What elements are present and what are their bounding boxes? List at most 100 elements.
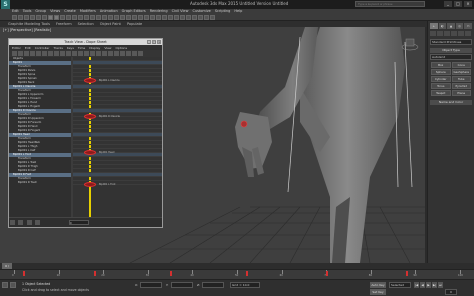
tree-item[interactable]: Bip001 R Toe0 <box>9 181 71 185</box>
toolbar-tool-icon[interactable] <box>144 15 149 20</box>
search-input[interactable] <box>355 1 425 7</box>
character-hand[interactable] <box>235 112 272 169</box>
trackbar-key-marker[interactable] <box>170 271 173 276</box>
track-view-title-bar[interactable]: Track View - Dope Sheet _ □ × <box>9 39 162 45</box>
toolbar-tool-icon[interactable] <box>168 15 173 20</box>
pyramid-button[interactable]: Pyramid <box>451 83 471 89</box>
track-view-tool-icon[interactable] <box>120 51 125 56</box>
toolbar-tool-icon[interactable] <box>180 15 185 20</box>
trackbar-key-marker[interactable] <box>94 271 97 276</box>
sphere-button[interactable]: Sphere <box>431 69 451 75</box>
selected-finger-joint[interactable] <box>240 120 248 128</box>
tab-selection[interactable]: Selection <box>78 22 94 26</box>
track-view-frame-field[interactable] <box>69 220 89 225</box>
toolbar-tool-icon[interactable] <box>102 15 107 20</box>
go-to-start-icon[interactable]: |◀ <box>414 282 419 288</box>
menu-scripting[interactable]: Scripting <box>215 9 231 15</box>
toolbar-tool-icon[interactable] <box>174 15 179 20</box>
primitive-type-dropdown[interactable]: Standard Primitives <box>430 39 472 45</box>
toolbar-tool-icon[interactable] <box>114 15 119 20</box>
tv-menu-view[interactable]: View <box>104 46 111 50</box>
autogrid-checkbox[interactable]: AutoGrid <box>430 54 472 60</box>
modify-tab-icon[interactable]: ◐ <box>438 23 447 29</box>
track-view-tool-icon[interactable] <box>138 51 143 56</box>
viewcube-icon[interactable] <box>401 38 419 51</box>
toolbar-tool-icon[interactable] <box>192 15 197 20</box>
track-view-tool-icon[interactable] <box>42 51 47 56</box>
current-frame-field[interactable]: 0 <box>445 289 457 295</box>
app-logo-icon[interactable]: S <box>1 0 10 9</box>
trackbar-key-marker[interactable] <box>245 271 248 276</box>
go-to-end-icon[interactable]: ⏭ <box>438 282 443 288</box>
track-view-tool-icon[interactable] <box>72 51 77 56</box>
spacewarps-icon[interactable] <box>465 31 471 36</box>
track-view-tool-icon[interactable] <box>18 51 23 56</box>
toolbar-tool-icon[interactable] <box>204 15 209 20</box>
toolbar-tool-icon[interactable] <box>132 15 137 20</box>
tv-menu-editor[interactable]: Editor <box>12 46 21 50</box>
toolbar-tool-icon[interactable] <box>138 15 143 20</box>
display-tab-icon[interactable]: ▭ <box>464 23 472 29</box>
next-frame-icon[interactable]: ▶| <box>432 282 437 288</box>
selected-key-marker[interactable] <box>84 150 96 155</box>
track-view-tool-icon[interactable] <box>114 51 119 56</box>
cone-button[interactable]: Cone <box>451 62 471 68</box>
track-view-close-button[interactable]: × <box>157 40 161 44</box>
track-view-tool-icon[interactable] <box>126 51 131 56</box>
track-view-tool-icon[interactable] <box>24 51 29 56</box>
hierarchy-tab-icon[interactable]: ▲ <box>447 23 455 29</box>
tv-menu-time[interactable]: Time <box>78 46 85 50</box>
frame-all-icon[interactable] <box>26 220 32 225</box>
track-view-tool-icon[interactable] <box>102 51 107 56</box>
lights-icon[interactable] <box>444 31 450 36</box>
key-filter-dropdown[interactable]: Selected <box>389 282 411 288</box>
toolbar-tool-icon[interactable] <box>18 15 23 20</box>
track-view-tool-icon[interactable] <box>78 51 83 56</box>
cameras-icon[interactable] <box>451 31 457 36</box>
box-button[interactable]: Box <box>431 62 451 68</box>
toolbar-tool-icon[interactable] <box>120 15 125 20</box>
tab-object-paint[interactable]: Object Paint <box>100 22 121 26</box>
toolbar-tool-icon[interactable] <box>12 15 17 20</box>
geometry-icon[interactable] <box>430 31 436 36</box>
maxscript-listener-icon[interactable] <box>2 282 8 288</box>
toolbar-tool-icon[interactable] <box>186 15 191 20</box>
tv-menu-controller[interactable]: Controller <box>35 46 50 50</box>
motion-tab-icon[interactable]: ◎ <box>455 23 464 29</box>
track-view-tool-icon[interactable] <box>12 51 17 56</box>
track-view-tool-icon[interactable] <box>48 51 53 56</box>
toolbar-tool-icon[interactable] <box>60 15 65 20</box>
toolbar-tool-icon[interactable] <box>66 15 71 20</box>
toolbar-tool-icon[interactable] <box>198 15 203 20</box>
toolbar-tool-icon[interactable] <box>54 15 59 20</box>
toolbar-tool-icon[interactable] <box>96 15 101 20</box>
track-view-tool-icon[interactable] <box>54 51 59 56</box>
tab-graphite-modeling[interactable]: Graphite Modeling Tools <box>8 22 50 26</box>
plane-button[interactable]: Plane <box>451 90 471 96</box>
toolbar-tool-icon[interactable] <box>36 15 41 20</box>
previous-frame-icon[interactable]: ◀ <box>420 282 425 288</box>
close-button[interactable]: × <box>464 1 472 7</box>
zoom-icon[interactable] <box>10 220 15 225</box>
trackbar-key-marker[interactable] <box>22 271 25 276</box>
track-view-tool-icon[interactable] <box>96 51 101 56</box>
viewport-label[interactable]: [+] [Perspective] [Realistic] <box>3 28 51 32</box>
track-view-tool-icon[interactable] <box>108 51 113 56</box>
tv-menu-keys[interactable]: Keys <box>67 46 74 50</box>
z-coordinate-field[interactable] <box>202 282 224 288</box>
helpers-icon[interactable] <box>458 31 464 36</box>
selected-key-marker[interactable] <box>84 114 96 119</box>
minimize-button[interactable]: _ <box>444 1 452 7</box>
tv-menu-display[interactable]: Display <box>89 46 100 50</box>
tv-menu-edit[interactable]: Edit <box>25 46 31 50</box>
track-view-tool-icon[interactable] <box>60 51 65 56</box>
x-coordinate-field[interactable] <box>140 282 162 288</box>
create-tab-icon[interactable]: + <box>430 23 438 29</box>
toolbar-tool-icon[interactable] <box>84 15 89 20</box>
track-view-minimize-button[interactable]: _ <box>147 40 151 44</box>
auto-key-button[interactable]: Auto Key <box>370 282 386 288</box>
dope-sheet-key-area[interactable]: Bip001 L Clavicle Bip001 R Clavicle Bip001… <box>73 57 162 217</box>
toolbar-tool-icon[interactable] <box>48 15 53 20</box>
toolbar-tool-icon[interactable] <box>108 15 113 20</box>
toolbar-tool-icon[interactable] <box>150 15 155 20</box>
